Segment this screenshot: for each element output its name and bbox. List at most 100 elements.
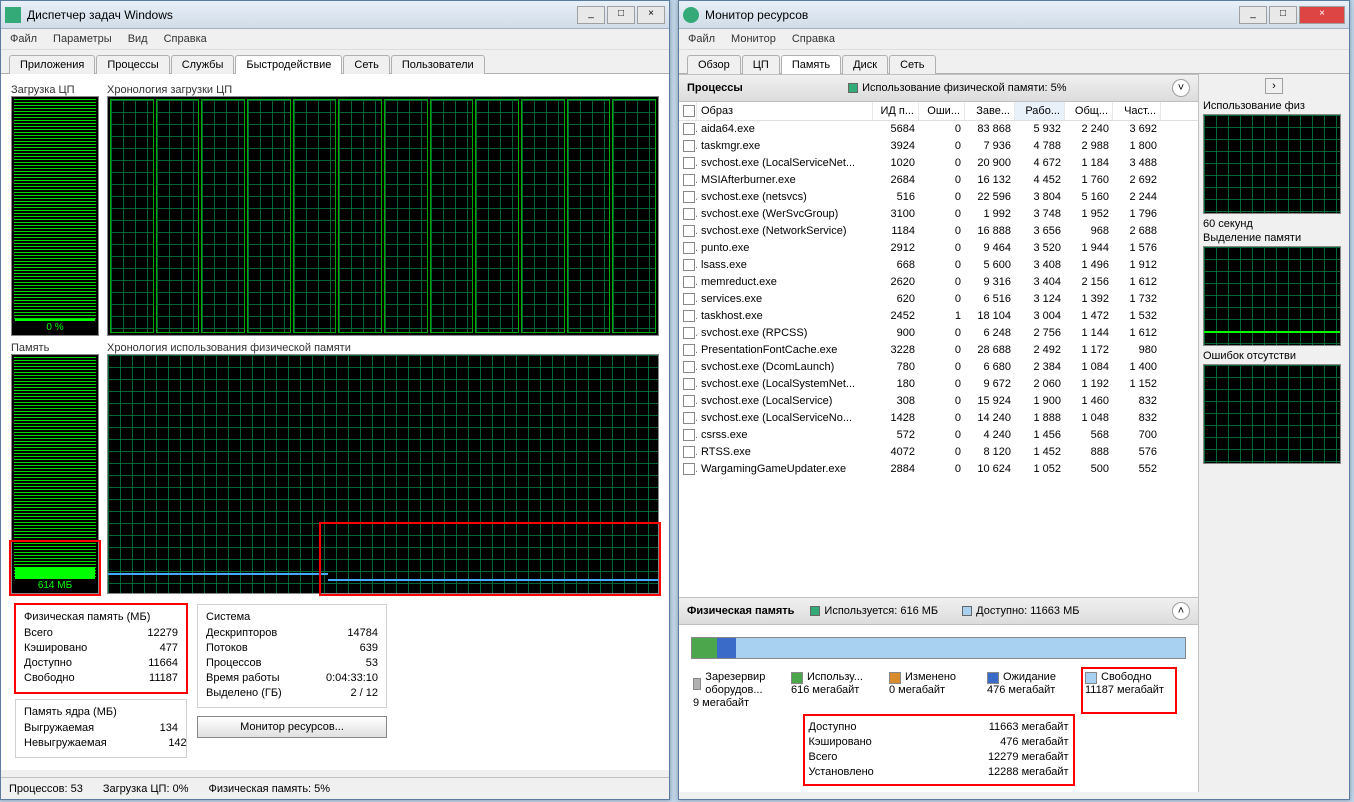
table-row[interactable]: svchost.exe (WerSvcGroup)310001 9923 748…: [679, 206, 1198, 223]
checkbox[interactable]: [683, 310, 695, 322]
table-row[interactable]: memreduct.exe262009 3163 4042 1561 612: [679, 274, 1198, 291]
tab-processes[interactable]: Процессы: [96, 55, 169, 74]
checkbox[interactable]: [683, 208, 695, 220]
col-errors[interactable]: Оши...: [919, 102, 965, 120]
checkbox[interactable]: [683, 105, 695, 117]
table-row[interactable]: svchost.exe (LocalService)308015 9241 90…: [679, 393, 1198, 410]
menu-file[interactable]: Файл: [9, 31, 38, 47]
table-row[interactable]: csrss.exe57204 2401 456568700: [679, 427, 1198, 444]
checkbox[interactable]: [683, 395, 695, 407]
close-button[interactable]: ×: [1299, 6, 1345, 24]
close-button[interactable]: ×: [637, 6, 665, 24]
proc-val: 1 888: [1015, 410, 1065, 427]
checkbox[interactable]: [683, 378, 695, 390]
legend-value: 616 мегабайт: [791, 684, 859, 697]
tab-services[interactable]: Службы: [171, 55, 235, 74]
checkbox[interactable]: [683, 174, 695, 186]
checkbox[interactable]: [683, 429, 695, 441]
checkbox[interactable]: [683, 140, 695, 152]
col-pid[interactable]: ИД п...: [873, 102, 919, 120]
checkbox[interactable]: [683, 123, 695, 135]
tab-disk[interactable]: Диск: [842, 55, 888, 74]
expand-side-icon[interactable]: ›: [1265, 78, 1283, 94]
menu-file[interactable]: Файл: [687, 31, 716, 47]
tab-performance[interactable]: Быстродействие: [235, 55, 342, 74]
checkbox[interactable]: [683, 293, 695, 305]
tab-network[interactable]: Сеть: [889, 55, 935, 74]
info-row: Выгружаемая134: [24, 721, 178, 736]
proc-val: 576: [1113, 444, 1161, 461]
table-row[interactable]: svchost.exe (NetworkService)1184016 8883…: [679, 223, 1198, 240]
table-row[interactable]: services.exe62006 5163 1241 3921 732: [679, 291, 1198, 308]
tab-users[interactable]: Пользователи: [391, 55, 485, 74]
table-row[interactable]: aida64.exe5684083 8685 9322 2403 692: [679, 121, 1198, 138]
proc-val: 832: [1113, 393, 1161, 410]
collapse-icon[interactable]: ˅: [1172, 79, 1190, 97]
resource-monitor-button[interactable]: Монитор ресурсов...: [197, 716, 387, 738]
table-row[interactable]: MSIAfterburner.exe2684016 1324 4521 7602…: [679, 172, 1198, 189]
proc-val: 1 796: [1113, 206, 1161, 223]
system-title: Система: [206, 611, 378, 623]
menu-help[interactable]: Справка: [163, 31, 208, 47]
tab-applications[interactable]: Приложения: [9, 55, 95, 74]
table-row[interactable]: taskhost.exe2452118 1043 0041 4721 532: [679, 308, 1198, 325]
minimize-button[interactable]: _: [1239, 6, 1267, 24]
info-value: 2 / 12: [318, 686, 378, 701]
proc-name: svchost.exe (RPCSS): [697, 325, 873, 342]
mem-segment: [692, 638, 717, 658]
menu-help[interactable]: Справка: [791, 31, 836, 47]
table-row[interactable]: PresentationFontCache.exe3228028 6882 49…: [679, 342, 1198, 359]
minimize-button[interactable]: _: [577, 6, 605, 24]
maximize-button[interactable]: □: [607, 6, 635, 24]
checkbox[interactable]: [683, 191, 695, 203]
collapse-icon[interactable]: ˄: [1172, 602, 1190, 620]
table-row[interactable]: svchost.exe (RPCSS)90006 2482 7561 1441 …: [679, 325, 1198, 342]
table-row[interactable]: lsass.exe66805 6003 4081 4961 912: [679, 257, 1198, 274]
tab-overview[interactable]: Обзор: [687, 55, 741, 74]
col-image[interactable]: Образ: [697, 102, 873, 120]
processes-panel-header[interactable]: Процессы Использование физической памяти…: [679, 74, 1198, 102]
color-swatch: [1085, 672, 1097, 684]
checkbox[interactable]: [683, 344, 695, 356]
col-working[interactable]: Рабо...: [1015, 102, 1065, 120]
table-row[interactable]: svchost.exe (LocalSystemNet...18009 6722…: [679, 376, 1198, 393]
table-row[interactable]: svchost.exe (LocalServiceNo...1428014 24…: [679, 410, 1198, 427]
proc-val: 1 172: [1065, 342, 1113, 359]
indicator-icon: [962, 606, 972, 616]
menu-monitor[interactable]: Монитор: [730, 31, 777, 47]
checkbox[interactable]: [683, 446, 695, 458]
col-private[interactable]: Част...: [1113, 102, 1161, 120]
col-commit[interactable]: Заве...: [965, 102, 1015, 120]
table-row[interactable]: taskmgr.exe392407 9364 7882 9881 800: [679, 138, 1198, 155]
tab-cpu[interactable]: ЦП: [742, 55, 780, 74]
table-row[interactable]: svchost.exe (DcomLaunch)78006 6802 3841 …: [679, 359, 1198, 376]
checkbox[interactable]: [683, 225, 695, 237]
proc-val: 1 144: [1065, 325, 1113, 342]
rm-titlebar[interactable]: Монитор ресурсов _ □ ×: [679, 1, 1349, 29]
menu-options[interactable]: Параметры: [52, 31, 113, 47]
checkbox[interactable]: [683, 259, 695, 271]
maximize-button[interactable]: □: [1269, 6, 1297, 24]
tab-memory[interactable]: Память: [781, 55, 841, 74]
checkbox[interactable]: [683, 157, 695, 169]
tm-titlebar[interactable]: Диспетчер задач Windows _ □ ×: [1, 1, 669, 29]
info-row: Процессов53: [206, 656, 378, 671]
col-shared[interactable]: Общ...: [1065, 102, 1113, 120]
table-row[interactable]: RTSS.exe407208 1201 452888576: [679, 444, 1198, 461]
info-row: Дескрипторов14784: [206, 626, 378, 641]
proc-val: 9 672: [965, 376, 1015, 393]
table-row[interactable]: WargamingGameUpdater.exe2884010 6241 052…: [679, 461, 1198, 478]
tab-network[interactable]: Сеть: [343, 55, 389, 74]
checkbox[interactable]: [683, 327, 695, 339]
table-row[interactable]: svchost.exe (netsvcs)516022 5963 8045 16…: [679, 189, 1198, 206]
checkbox[interactable]: [683, 242, 695, 254]
table-row[interactable]: svchost.exe (LocalServiceNet...1020020 9…: [679, 155, 1198, 172]
menu-view[interactable]: Вид: [127, 31, 149, 47]
checkbox[interactable]: [683, 361, 695, 373]
table-row[interactable]: punto.exe291209 4643 5201 9441 576: [679, 240, 1198, 257]
proc-name: svchost.exe (LocalServiceNo...: [697, 410, 873, 427]
checkbox[interactable]: [683, 412, 695, 424]
checkbox[interactable]: [683, 276, 695, 288]
phys-mem-panel-header[interactable]: Физическая память Используется: 616 МБ Д…: [679, 597, 1198, 625]
checkbox[interactable]: [683, 463, 695, 475]
